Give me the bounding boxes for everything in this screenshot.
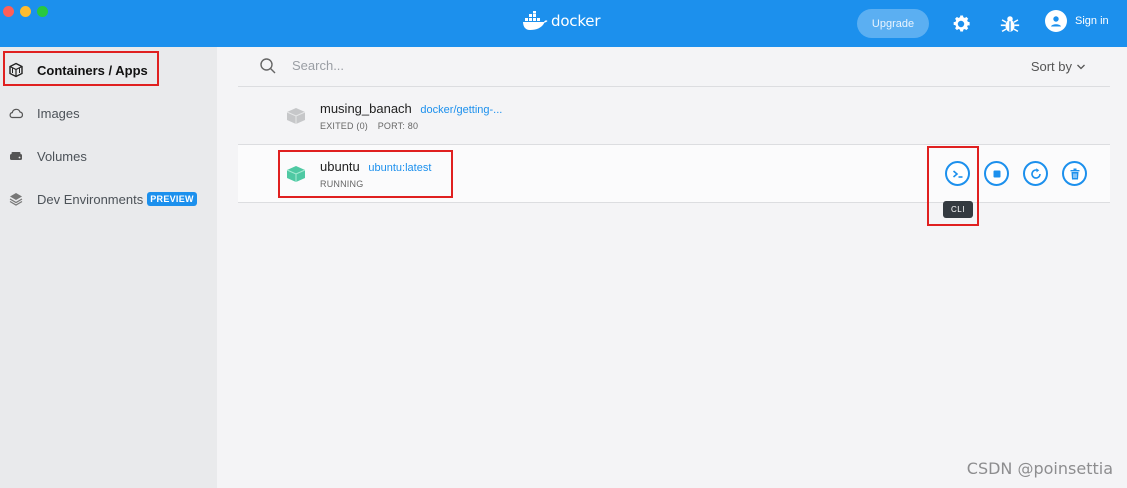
container-image-link[interactable]: docker/getting-... — [420, 104, 502, 116]
cloud-icon — [8, 105, 24, 121]
container-name: ubuntu ubuntu:latest — [320, 159, 431, 174]
chevron-down-icon — [1077, 64, 1085, 69]
search-bar: Sort by — [238, 47, 1110, 87]
stop-button[interactable] — [984, 161, 1009, 186]
bug-icon — [1000, 16, 1020, 33]
restart-icon — [1030, 167, 1041, 179]
cli-button[interactable] — [945, 161, 970, 186]
volumes-icon — [8, 148, 24, 164]
docker-whale-icon — [523, 11, 548, 30]
container-name-text: ubuntu — [320, 159, 360, 174]
container-stopped-icon — [286, 107, 306, 130]
settings-button[interactable] — [947, 10, 975, 38]
delete-button[interactable] — [1062, 161, 1087, 186]
minimize-window-button[interactable] — [20, 6, 31, 17]
status-text: RUNNING — [320, 179, 364, 189]
main-panel: Sort by musing_banach docker/getting-...… — [217, 47, 1127, 488]
sidebar-item-label: Containers / Apps — [37, 62, 148, 78]
container-status: EXITED (0) PORT: 80 — [320, 121, 418, 131]
restart-button[interactable] — [1023, 161, 1048, 186]
cli-icon — [952, 169, 962, 178]
status-text: EXITED (0) — [320, 121, 369, 131]
sidebar-item-label: Volumes — [37, 148, 87, 164]
sidebar-item-label: Dev Environments — [37, 191, 144, 207]
close-window-button[interactable] — [3, 6, 14, 17]
sidebar-item-containers[interactable]: Containers / Apps — [0, 50, 217, 90]
sidebar-item-volumes[interactable]: Volumes — [0, 136, 217, 176]
gear-icon — [953, 15, 970, 32]
sign-in-button[interactable]: Sign in — [1045, 10, 1109, 32]
container-running-icon — [286, 165, 306, 188]
container-image-link[interactable]: ubuntu:latest — [368, 162, 431, 174]
sidebar: Containers / Apps Images Volumes Dev Env… — [0, 47, 217, 488]
containers-icon — [8, 62, 24, 78]
container-status: RUNNING — [320, 179, 363, 189]
sort-by-label: Sort by — [1030, 59, 1072, 74]
container-name-text: musing_banach — [320, 101, 412, 116]
app-name: docker — [551, 12, 601, 30]
troubleshoot-button[interactable] — [996, 10, 1024, 38]
dev-env-icon — [8, 191, 24, 207]
search-icon — [259, 57, 277, 80]
user-icon — [1045, 10, 1067, 32]
watermark: CSDN @poinsettia — [966, 459, 1113, 478]
cli-tooltip: CLI — [943, 201, 973, 218]
sidebar-item-label: Images — [37, 105, 80, 121]
stop-icon — [993, 170, 1000, 177]
container-row[interactable]: ubuntu ubuntu:latest RUNNING — [238, 145, 1110, 203]
sidebar-item-images[interactable]: Images — [0, 93, 217, 133]
sidebar-item-dev-environments[interactable]: Dev Environments PREVIEW — [0, 179, 217, 219]
container-name: musing_banach docker/getting-... — [320, 101, 502, 116]
container-row[interactable]: musing_banach docker/getting-... EXITED … — [238, 87, 1110, 145]
search-input[interactable] — [292, 58, 692, 73]
title-bar: docker Upgrade Sign in — [0, 0, 1127, 47]
upgrade-button[interactable]: Upgrade — [857, 9, 929, 38]
delete-icon — [1070, 168, 1079, 179]
port-text: PORT: 80 — [377, 121, 419, 131]
preview-badge: PREVIEW — [147, 192, 197, 206]
sort-by-dropdown[interactable]: Sort by — [1031, 59, 1086, 74]
docker-logo: docker — [522, 11, 600, 31]
sign-in-label: Sign in — [1075, 15, 1109, 27]
zoom-window-button[interactable] — [37, 6, 48, 17]
